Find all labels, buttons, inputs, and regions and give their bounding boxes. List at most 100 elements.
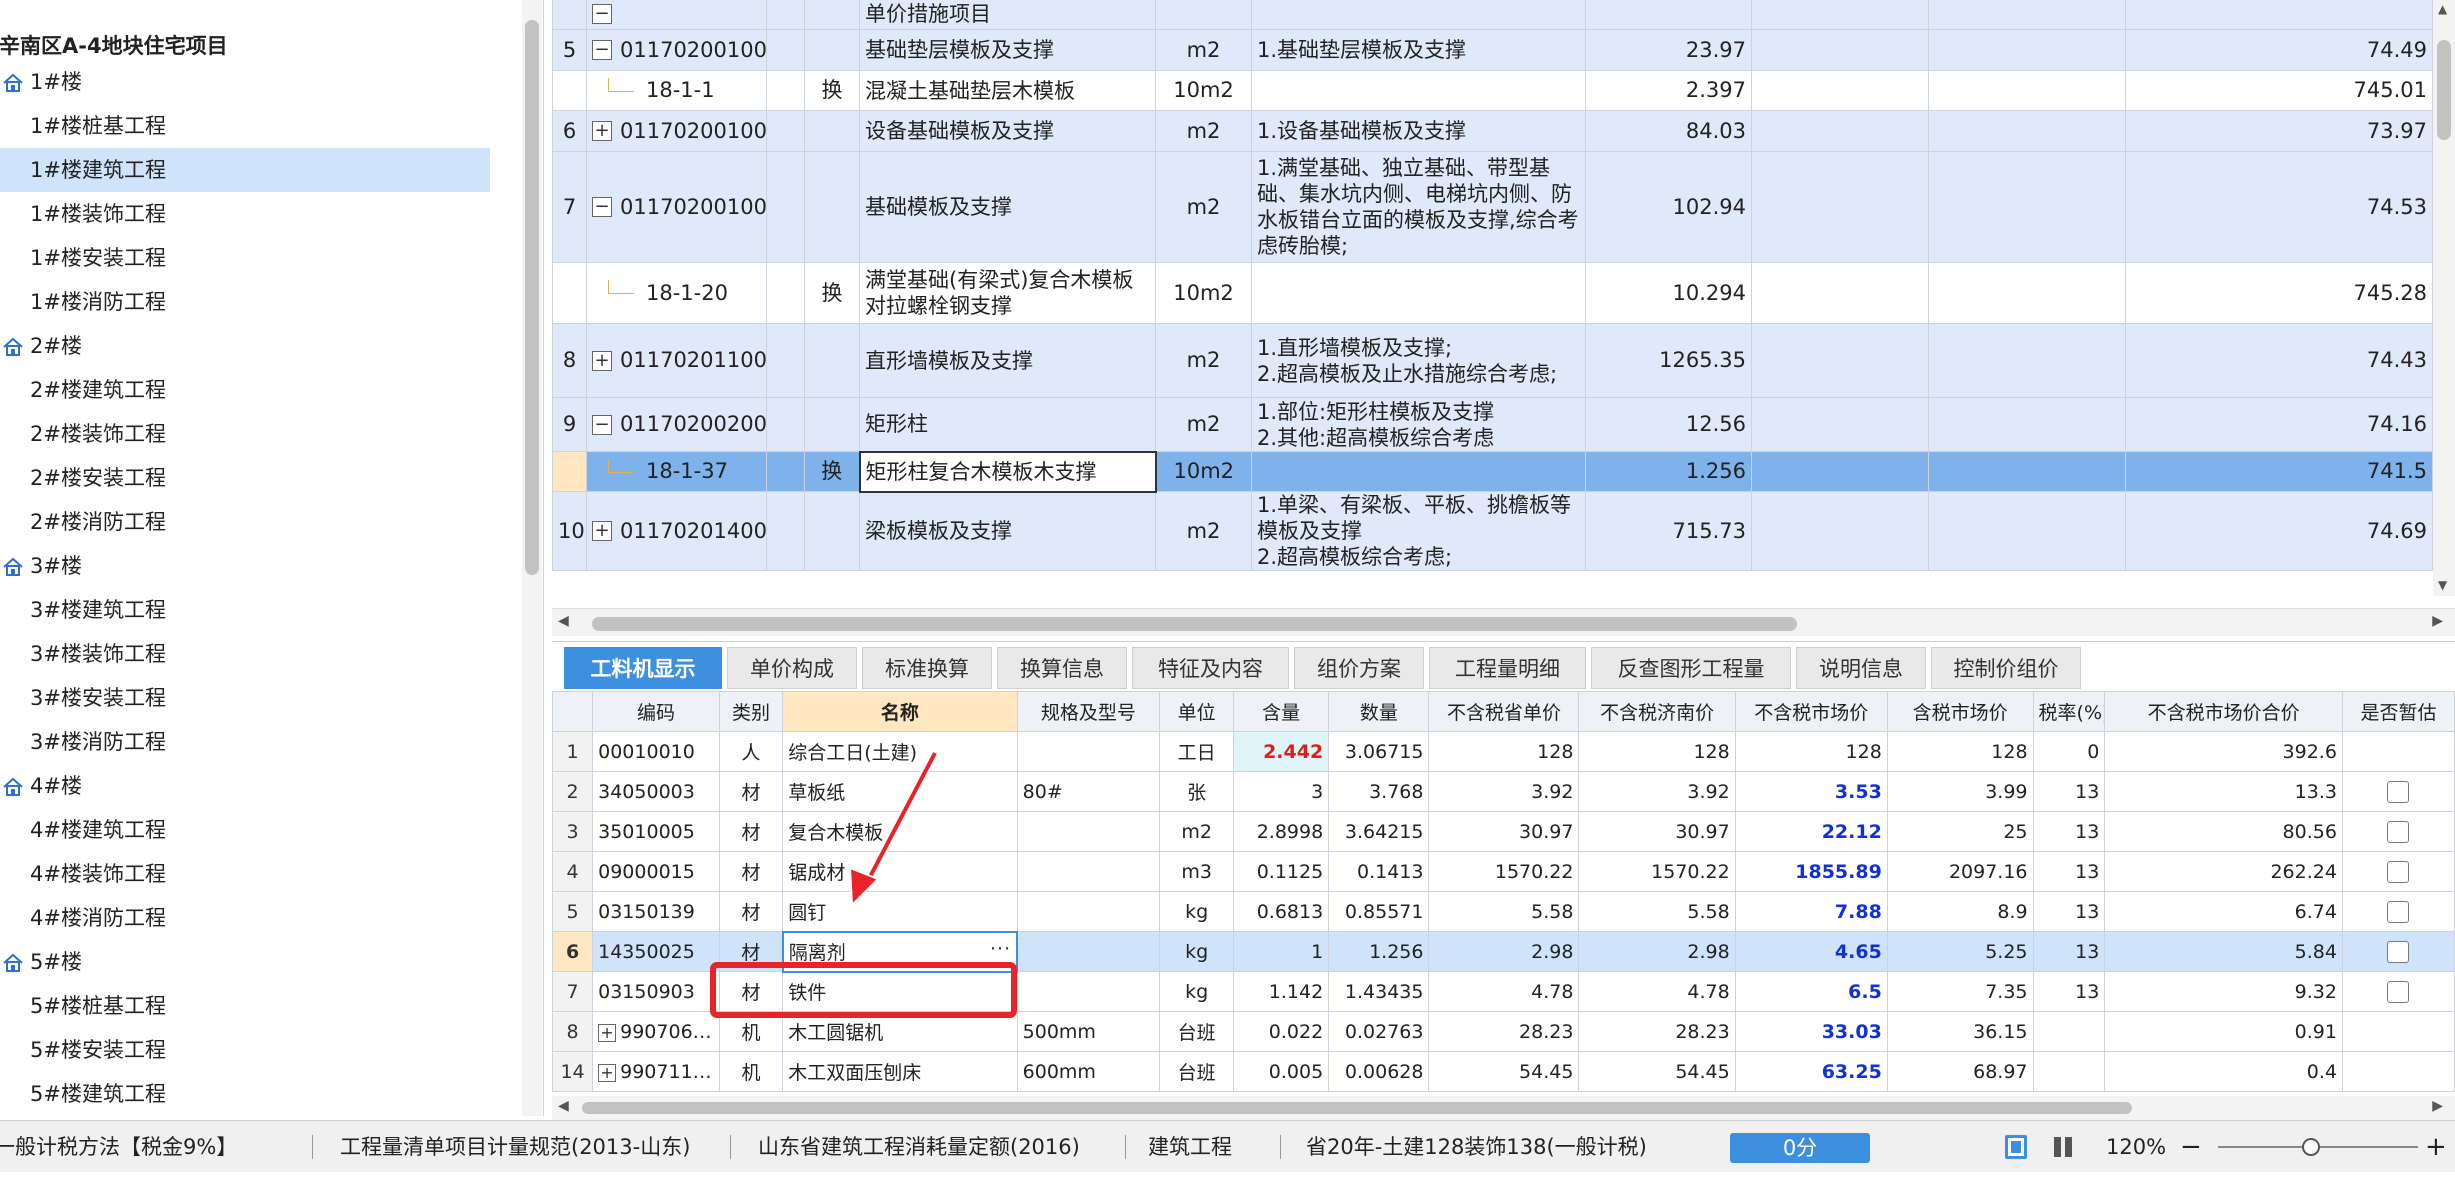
measure-item-row[interactable]: 10 +011702014001 梁板模板及支撑 m2 1.单梁、有梁板、平板、… [552, 491, 2433, 571]
tree-unit-item[interactable]: 2#楼安装工程 [30, 456, 520, 500]
item-name[interactable]: 单价措施项目 [859, 0, 1156, 30]
estimate-cell[interactable] [2341, 811, 2455, 852]
resource-category[interactable]: 材 [718, 931, 784, 972]
item-quantity[interactable]: 1265.35 [1585, 323, 1752, 398]
resource-code[interactable]: 03150139 [592, 891, 720, 932]
item-unit[interactable]: 10m2 [1155, 451, 1252, 492]
resource-unit[interactable]: 台班 [1159, 1051, 1235, 1092]
market-price[interactable]: 63.25 [1734, 1051, 1888, 1092]
scroll-down-arrow-icon[interactable]: ▼ [2438, 578, 2447, 592]
resource-row[interactable]: 8 +990706… 机 木工圆锯机 500mm 台班 0.022 0.0276… [552, 1011, 2455, 1052]
resource-category[interactable]: 材 [718, 851, 784, 892]
resource-code[interactable]: 14350025 [592, 931, 720, 972]
item-unit[interactable]: m2 [1155, 323, 1252, 398]
tab-7[interactable]: 工程量明细 [1429, 647, 1586, 689]
item-features[interactable] [1251, 262, 1586, 324]
tree-unit-item[interactable]: 5#楼安装工程 [30, 1028, 520, 1072]
tree-building-1[interactable]: 1#楼 [0, 60, 520, 104]
item-name[interactable]: 满堂基础(有梁式)复合木模板对拉螺栓钢支撑 [859, 262, 1156, 324]
measure-item-row[interactable]: 9 −011702002001 矩形柱 m2 1.部位:矩形柱模板及支撑 2.其… [552, 397, 2433, 452]
item-quantity[interactable]: 715.73 [1585, 491, 1752, 571]
resource-category[interactable]: 材 [718, 771, 784, 812]
resource-row[interactable]: 4 09000015 材 锯成材 m3 0.1125 0.1413 1570.2… [552, 851, 2455, 892]
resource-row[interactable]: 6 14350025 材 隔离剂 ··· kg 1 1.256 2.98 2.98… [552, 930, 2455, 973]
sidebar-scrollbar[interactable] [522, 0, 542, 1116]
layout-single-icon[interactable] [2005, 1135, 2027, 1159]
item-name[interactable]: 基础垫层模板及支撑 [859, 29, 1156, 71]
estimate-checkbox[interactable] [2387, 820, 2410, 843]
expand-plus-icon[interactable]: + [592, 121, 612, 141]
estimate-cell[interactable] [2341, 1051, 2455, 1092]
tree-unit-item[interactable]: 3#楼消防工程 [30, 720, 520, 764]
taxed-market-price[interactable]: 8.9 [1886, 891, 2034, 932]
column-header[interactable]: 数量 [1328, 691, 1430, 732]
resource-name[interactable]: 草板纸 [782, 771, 1018, 812]
resource-spec[interactable] [1016, 931, 1161, 972]
code-cell[interactable]: −011702001003 [586, 151, 767, 263]
item-name[interactable]: 直形墙模板及支撑 [859, 323, 1156, 398]
item-unit[interactable]: m2 [1155, 397, 1252, 452]
tree-unit-item[interactable]: 3#楼建筑工程 [30, 588, 520, 632]
tax-rate[interactable]: 13 [2032, 811, 2106, 852]
item-features[interactable]: 1.设备基础模板及支撑 [1251, 110, 1586, 152]
tree-unit-item[interactable]: 2#楼装饰工程 [30, 412, 520, 456]
item-quantity[interactable]: 1.256 [1585, 451, 1752, 492]
resource-code[interactable]: 35010005 [592, 811, 720, 852]
tax-rate[interactable]: 13 [2032, 971, 2106, 1012]
item-name[interactable]: 梁板模板及支撑 [859, 491, 1156, 571]
resource-content[interactable]: 2.442 [1233, 731, 1330, 772]
code-cell[interactable]: 18-1-37 [586, 451, 767, 492]
collapse-minus-icon[interactable]: − [592, 40, 612, 60]
top-table-vscrollbar[interactable]: ▲ ▼ [2433, 0, 2455, 596]
resource-content[interactable]: 0.005 [1233, 1051, 1330, 1092]
estimate-checkbox[interactable] [2387, 780, 2410, 803]
sidebar-scroll-thumb[interactable] [525, 20, 539, 575]
tree-unit-item[interactable]: 1#楼消防工程 [30, 280, 520, 324]
resource-category[interactable]: 机 [718, 1011, 784, 1052]
item-code[interactable]: 011702001001 [620, 37, 766, 64]
column-header[interactable]: 不含税济南价 [1578, 691, 1736, 732]
tree-building-4[interactable]: 4#楼 [0, 764, 520, 808]
measure-item-row[interactable]: 8 +011702011001 直形墙模板及支撑 m2 1.直形墙模板及支撑; … [552, 323, 2433, 398]
tree-building-2[interactable]: 2#楼 [0, 324, 520, 368]
resource-content[interactable]: 0.022 [1233, 1011, 1330, 1052]
measure-item-row[interactable]: 18-1-1 换 混凝土基础垫层木模板 10m2 2.397 745.01 [552, 70, 2433, 111]
market-price[interactable]: 128 [1734, 731, 1888, 772]
score-badge[interactable]: 0分 [1730, 1133, 1870, 1163]
item-quantity[interactable]: 84.03 [1585, 110, 1752, 152]
resource-name[interactable]: 复合木模板 [782, 811, 1018, 852]
tax-rate[interactable]: 13 [2032, 891, 2106, 932]
resource-spec[interactable]: 500mm [1016, 1011, 1161, 1052]
bottom-table-hscroll-thumb[interactable] [582, 1102, 2132, 1114]
item-unit[interactable]: 10m2 [1155, 70, 1252, 111]
tab-1[interactable]: 工料机显示 [564, 647, 722, 689]
status-quota[interactable]: 山东省建筑工程消耗量定额(2016) [758, 1121, 1080, 1173]
tree-unit-item[interactable]: 3#楼安装工程 [30, 676, 520, 720]
market-price[interactable]: 33.03 [1734, 1011, 1888, 1052]
zoom-out-button[interactable]: − [2180, 1121, 2202, 1173]
taxed-market-price[interactable]: 5.25 [1886, 931, 2034, 972]
tree-unit-item[interactable]: 4#楼建筑工程 [30, 808, 520, 852]
taxed-market-price[interactable]: 7.35 [1886, 971, 2034, 1012]
tree-unit-item[interactable]: 1#楼桩基工程 [30, 104, 520, 148]
resource-unit[interactable]: m3 [1159, 851, 1235, 892]
status-price-ref[interactable]: 省20年-土建128装饰138(一般计税) [1306, 1121, 1647, 1173]
taxed-market-price[interactable]: 128 [1886, 731, 2034, 772]
tree-unit-item[interactable]: 2#楼消防工程 [30, 500, 520, 544]
resource-spec[interactable] [1016, 731, 1161, 772]
resource-unit[interactable]: kg [1159, 931, 1235, 972]
column-header[interactable]: 类别 [718, 691, 784, 732]
code-cell[interactable]: −011702002001 [586, 397, 767, 452]
tree-unit-item[interactable]: 3#楼装饰工程 [30, 632, 520, 676]
item-features[interactable]: 1.满堂基础、独立基础、带型基础、集水坑内侧、电梯坑内侧、防水板错台立面的模板及… [1251, 151, 1586, 263]
resource-content[interactable]: 0.6813 [1233, 891, 1330, 932]
resource-name[interactable]: 隔离剂 ··· [781, 930, 1019, 973]
taxed-market-price[interactable]: 3.99 [1886, 771, 2034, 812]
tax-rate[interactable]: 0 [2032, 731, 2106, 772]
item-code[interactable]: 011702014001 [620, 518, 766, 545]
resource-row[interactable]: 5 03150139 材 圆钉 kg 0.6813 0.85571 5.58 5… [552, 891, 2455, 932]
tree-unit-item[interactable]: 5#楼桩基工程 [30, 984, 520, 1028]
tab-6[interactable]: 组价方案 [1294, 647, 1424, 689]
top-table-hscrollbar[interactable]: ◀ ▶ [552, 608, 2455, 636]
expand-plus-icon[interactable]: + [592, 350, 612, 371]
